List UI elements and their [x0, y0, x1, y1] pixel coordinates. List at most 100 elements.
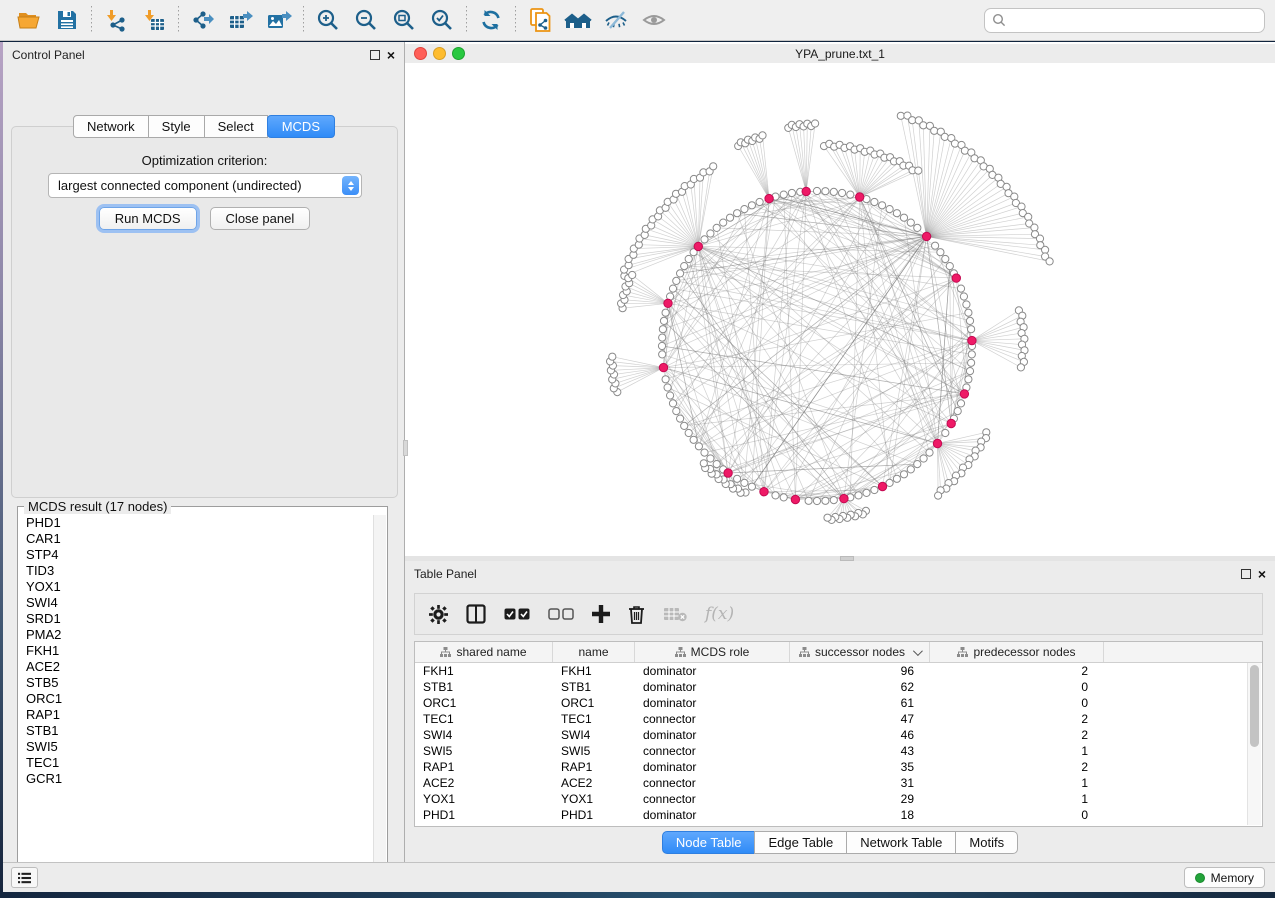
- close-panel-icon[interactable]: ×: [387, 50, 395, 60]
- network-node[interactable]: [1025, 213, 1032, 220]
- export-table-icon[interactable]: [222, 4, 260, 36]
- table-row[interactable]: PHD1PHD1dominator180: [415, 807, 1262, 823]
- network-node[interactable]: [669, 285, 676, 292]
- network-node[interactable]: [907, 219, 914, 226]
- close-panel-button[interactable]: Close panel: [210, 207, 311, 230]
- network-node[interactable]: [863, 489, 870, 496]
- column-header-mcds-role[interactable]: MCDS role: [635, 642, 790, 662]
- network-node[interactable]: [937, 249, 944, 256]
- table-scrollbar-thumb[interactable]: [1250, 665, 1259, 747]
- network-node[interactable]: [669, 400, 676, 407]
- export-image-icon[interactable]: [260, 4, 298, 36]
- deselect-all-icon[interactable]: [548, 608, 574, 621]
- tab-network-table[interactable]: Network Table: [846, 831, 956, 854]
- network-node[interactable]: [839, 189, 846, 196]
- show-columns-icon[interactable]: [466, 604, 486, 624]
- network-node[interactable]: [914, 461, 921, 468]
- select-all-icon[interactable]: [504, 608, 530, 621]
- hide-selected-icon[interactable]: [597, 4, 635, 36]
- table-row[interactable]: RAP1RAP1dominator352: [415, 759, 1262, 775]
- network-node[interactable]: [966, 368, 973, 375]
- tab-network[interactable]: Network: [73, 115, 149, 138]
- table-row[interactable]: ORC1ORC1dominator610: [415, 695, 1262, 711]
- network-node[interactable]: [822, 497, 829, 504]
- task-history-button[interactable]: [11, 867, 38, 888]
- network-node[interactable]: [629, 271, 636, 278]
- column-header-predecessor-nodes[interactable]: predecessor nodes: [930, 642, 1104, 662]
- network-node[interactable]: [960, 293, 967, 300]
- network-node[interactable]: [847, 191, 854, 198]
- network-node[interactable]: [893, 475, 900, 482]
- open-file-icon[interactable]: [10, 4, 48, 36]
- network-node[interactable]: [707, 455, 714, 462]
- mcds-hub-node[interactable]: [878, 482, 886, 490]
- network-node[interactable]: [710, 163, 717, 170]
- network-node[interactable]: [662, 309, 669, 316]
- tab-node-table[interactable]: Node Table: [662, 831, 756, 854]
- vertical-splitter-handle[interactable]: [403, 440, 408, 456]
- network-node[interactable]: [658, 342, 665, 349]
- network-node[interactable]: [677, 415, 684, 422]
- network-node[interactable]: [900, 214, 907, 221]
- network-node[interactable]: [700, 460, 707, 467]
- mcds-hub-node[interactable]: [659, 363, 667, 371]
- mcds-result-item[interactable]: SWI4: [19, 595, 374, 611]
- network-node[interactable]: [707, 230, 714, 237]
- network-node[interactable]: [659, 334, 666, 341]
- network-node[interactable]: [701, 449, 708, 456]
- import-network-icon[interactable]: [97, 4, 135, 36]
- network-node[interactable]: [900, 471, 907, 478]
- network-node[interactable]: [942, 429, 949, 436]
- tab-mcds[interactable]: MCDS: [267, 115, 335, 138]
- network-node[interactable]: [681, 263, 688, 270]
- network-node[interactable]: [713, 224, 720, 231]
- network-node[interactable]: [720, 219, 727, 226]
- network-node[interactable]: [677, 270, 684, 277]
- network-node[interactable]: [756, 198, 763, 205]
- network-node[interactable]: [968, 359, 975, 366]
- mcds-hub-node[interactable]: [840, 494, 848, 502]
- column-header-successor-nodes[interactable]: successor nodes: [790, 642, 930, 662]
- mcds-result-item[interactable]: STB1: [19, 723, 374, 739]
- import-table-icon[interactable]: [135, 4, 173, 36]
- network-node[interactable]: [813, 497, 820, 504]
- network-node[interactable]: [805, 497, 812, 504]
- refresh-icon[interactable]: [472, 4, 510, 36]
- network-node[interactable]: [1017, 364, 1024, 371]
- zoom-out-icon[interactable]: [347, 4, 385, 36]
- table-row[interactable]: STB1STB1dominator620: [415, 679, 1262, 695]
- network-node[interactable]: [713, 461, 720, 468]
- tab-edge-table[interactable]: Edge Table: [754, 831, 847, 854]
- network-node[interactable]: [685, 255, 692, 262]
- network-node[interactable]: [914, 224, 921, 231]
- network-node[interactable]: [759, 132, 766, 139]
- network-node[interactable]: [741, 479, 748, 486]
- network-node[interactable]: [935, 492, 942, 499]
- clone-network-icon[interactable]: [521, 4, 559, 36]
- table-row[interactable]: ACE2ACE2connector311: [415, 775, 1262, 791]
- network-node[interactable]: [886, 206, 893, 213]
- network-node[interactable]: [813, 187, 820, 194]
- float-panel-icon[interactable]: [370, 50, 380, 60]
- network-node[interactable]: [664, 384, 671, 391]
- network-node[interactable]: [685, 429, 692, 436]
- network-node[interactable]: [695, 443, 702, 450]
- mcds-hub-node[interactable]: [724, 469, 732, 477]
- tab-style[interactable]: Style: [148, 115, 205, 138]
- add-column-icon[interactable]: [592, 605, 610, 623]
- mcds-result-item[interactable]: STB5: [19, 675, 374, 691]
- mcds-result-item[interactable]: TEC1: [19, 755, 374, 771]
- mcds-hub-node[interactable]: [922, 232, 930, 240]
- network-node[interactable]: [932, 242, 939, 249]
- mcds-hub-node[interactable]: [947, 419, 955, 427]
- table-row[interactable]: TEC1TEC1connector472: [415, 711, 1262, 727]
- table-row[interactable]: SWI5SWI5connector431: [415, 743, 1262, 759]
- network-node[interactable]: [871, 486, 878, 493]
- network-node[interactable]: [915, 167, 922, 174]
- network-node[interactable]: [941, 133, 948, 140]
- network-node[interactable]: [748, 202, 755, 209]
- table-mode-gear-icon[interactable]: [429, 605, 448, 624]
- zoom-selected-icon[interactable]: [423, 4, 461, 36]
- network-canvas[interactable]: [405, 63, 1275, 556]
- network-node[interactable]: [966, 317, 973, 324]
